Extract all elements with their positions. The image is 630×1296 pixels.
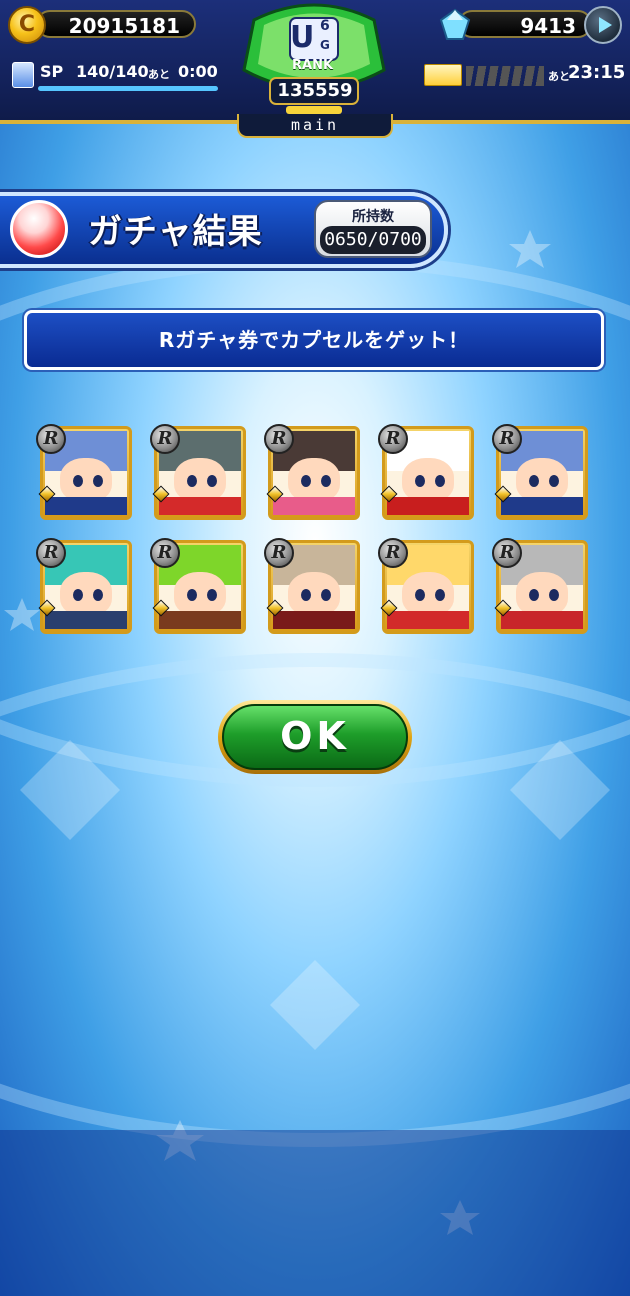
character-face: [173, 571, 227, 616]
result-message: Rガチャ券でカプセルをゲット！: [24, 310, 604, 370]
event-timer: あと 23:15: [420, 60, 625, 94]
character-eye: [548, 588, 559, 601]
character-face: [59, 571, 113, 616]
character-eye: [92, 474, 103, 487]
character-eye: [186, 588, 197, 601]
rarity-badge: R: [36, 424, 66, 454]
character-face: [287, 571, 341, 616]
rarity-badge: R: [150, 424, 180, 454]
character-face: [515, 457, 569, 502]
character-uniform: [387, 610, 469, 629]
character-eye: [414, 588, 425, 601]
sp-bar: [38, 86, 218, 91]
character-eye: [414, 474, 425, 487]
rank-subscript: G: [320, 38, 330, 52]
rarity-badge: R: [264, 424, 294, 454]
character-eye: [528, 474, 539, 487]
rarity-badge: R: [492, 538, 522, 568]
character-eye: [434, 588, 445, 601]
character-eye: [206, 474, 217, 487]
character-uniform: [45, 610, 127, 629]
rank-points: 135559: [277, 80, 353, 101]
top-hud: 20915181 C 9413 SP 140/140 あと 0:00 U 6 G…: [0, 0, 630, 124]
rarity-badge: R: [264, 538, 294, 568]
mode-tab[interactable]: main: [237, 114, 393, 138]
character-face: [59, 457, 113, 502]
character-uniform: [273, 496, 355, 515]
rank-letter: U: [290, 20, 315, 55]
rank-label: RANK: [292, 58, 334, 73]
timer-value: 23:15: [568, 62, 626, 83]
rarity-badge: R: [492, 424, 522, 454]
gem-counter: 9413: [458, 10, 592, 38]
character-uniform: [387, 496, 469, 515]
character-uniform: [45, 496, 127, 515]
play-button[interactable]: [584, 6, 622, 44]
rarity-badge: R: [150, 538, 180, 568]
page-title: ガチャ結果: [88, 212, 263, 252]
character-uniform: [159, 496, 241, 515]
character-face: [401, 571, 455, 616]
sp-card-icon: [12, 62, 34, 88]
rank-superscript: 6: [320, 18, 330, 34]
character-eye: [548, 474, 559, 487]
play-icon: [599, 17, 612, 33]
character-uniform: [501, 496, 583, 515]
character-eye: [300, 588, 311, 601]
character-face: [515, 571, 569, 616]
rarity-badge: R: [36, 538, 66, 568]
character-eye: [206, 588, 217, 601]
character-eye: [320, 474, 331, 487]
ok-button-label: OK: [222, 704, 408, 770]
stamina-segments: [466, 66, 544, 86]
sp-label: SP: [40, 62, 64, 81]
gem-value: 9413: [520, 14, 576, 38]
character-face: [401, 457, 455, 502]
character-eye: [72, 474, 83, 487]
character-face: [287, 457, 341, 502]
character-uniform: [159, 610, 241, 629]
sp-ato-label: あと: [148, 68, 170, 81]
character-eye: [186, 474, 197, 487]
character-eye: [92, 588, 103, 601]
character-eye: [320, 588, 331, 601]
capsule-icon: [10, 200, 68, 258]
rarity-badge: R: [378, 424, 408, 454]
character-eye: [528, 588, 539, 601]
timer-ato-label: あと: [548, 70, 570, 83]
possession-label: 所持数: [352, 209, 394, 225]
character-eye: [434, 474, 445, 487]
character-uniform: [273, 610, 355, 629]
sp-status: SP 140/140 あと 0:00: [12, 60, 218, 94]
rarity-badge: R: [378, 538, 408, 568]
coin-counter: 20915181: [36, 10, 196, 38]
gem-icon: [439, 8, 471, 40]
character-face: [173, 457, 227, 502]
character-eye: [72, 588, 83, 601]
sp-time: 0:00: [178, 62, 218, 81]
character-eye: [300, 474, 311, 487]
ticket-icon: [424, 64, 462, 86]
sp-value: 140/140: [76, 62, 149, 81]
coin-icon: C: [8, 6, 46, 44]
possession-value: 0650/0700: [320, 226, 426, 254]
possession-count: 所持数 0650/0700: [314, 200, 432, 258]
coin-value: 20915181: [68, 14, 180, 38]
character-uniform: [501, 610, 583, 629]
ok-button[interactable]: OK: [218, 700, 412, 774]
